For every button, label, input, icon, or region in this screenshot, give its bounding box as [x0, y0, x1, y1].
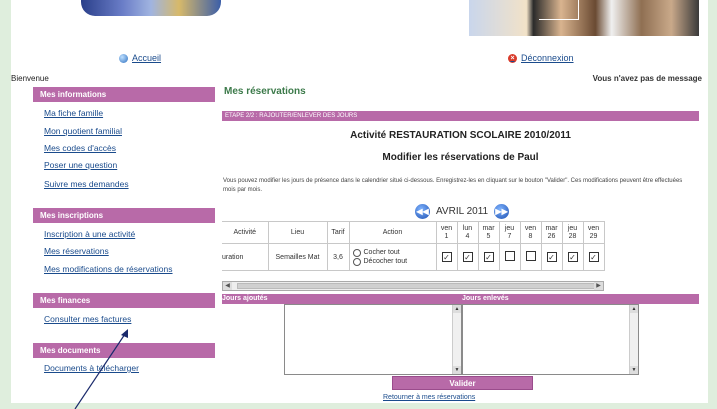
arrow-head [121, 329, 128, 338]
arrow-line [74, 333, 126, 409]
annotation-arrow-icon [74, 329, 128, 409]
